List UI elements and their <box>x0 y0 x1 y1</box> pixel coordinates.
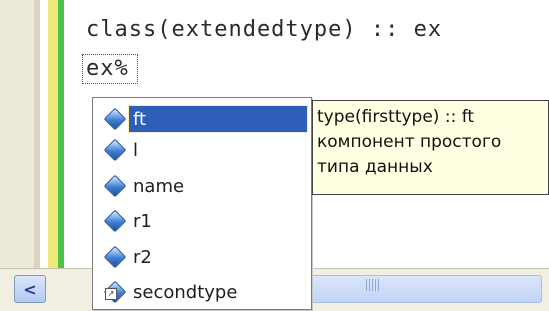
member-icon <box>103 245 127 269</box>
member-icon <box>103 209 127 233</box>
modified-lines-marker <box>48 0 58 268</box>
completion-item[interactable]: secondtype <box>93 277 311 307</box>
completion-item[interactable]: ft <box>93 104 311 134</box>
completion-item-label: r1 <box>133 210 152 232</box>
tooltip-signature: type(firsttype) :: ft <box>317 107 475 127</box>
completion-list[interactable]: ft l name r1 r2 secondtype ↗ <box>92 97 312 310</box>
scroll-grip-icon <box>366 279 380 291</box>
resize-grip-icon[interactable]: ↗ <box>105 288 117 300</box>
completion-item-label: name <box>133 175 185 197</box>
completion-item-label: r2 <box>133 246 152 268</box>
member-icon <box>103 174 127 198</box>
editor-gutter <box>0 0 40 268</box>
completion-item-label: l <box>133 139 139 161</box>
member-icon <box>103 138 127 162</box>
completion-item[interactable]: r1 <box>93 206 311 236</box>
code-line-1[interactable]: class(extendedtype) :: ex <box>86 17 442 42</box>
completion-item-label: ft <box>128 105 308 133</box>
member-icon <box>103 107 127 131</box>
tooltip-description-line-2: типа данных <box>317 157 433 177</box>
tooltip-description-line-1: компонент простого <box>317 132 502 152</box>
saved-changes-marker <box>58 0 64 268</box>
completion-item[interactable]: name <box>93 171 311 201</box>
member-tooltip: type(firsttype) :: ft компонент простого… <box>312 100 549 195</box>
completion-item[interactable]: r2 <box>93 242 311 272</box>
scroll-left-button[interactable]: < <box>14 275 46 303</box>
completion-item[interactable]: l <box>93 135 311 165</box>
current-token-box <box>82 54 138 84</box>
chevron-left-icon: < <box>23 279 37 299</box>
completion-item-label: secondtype <box>133 281 238 303</box>
